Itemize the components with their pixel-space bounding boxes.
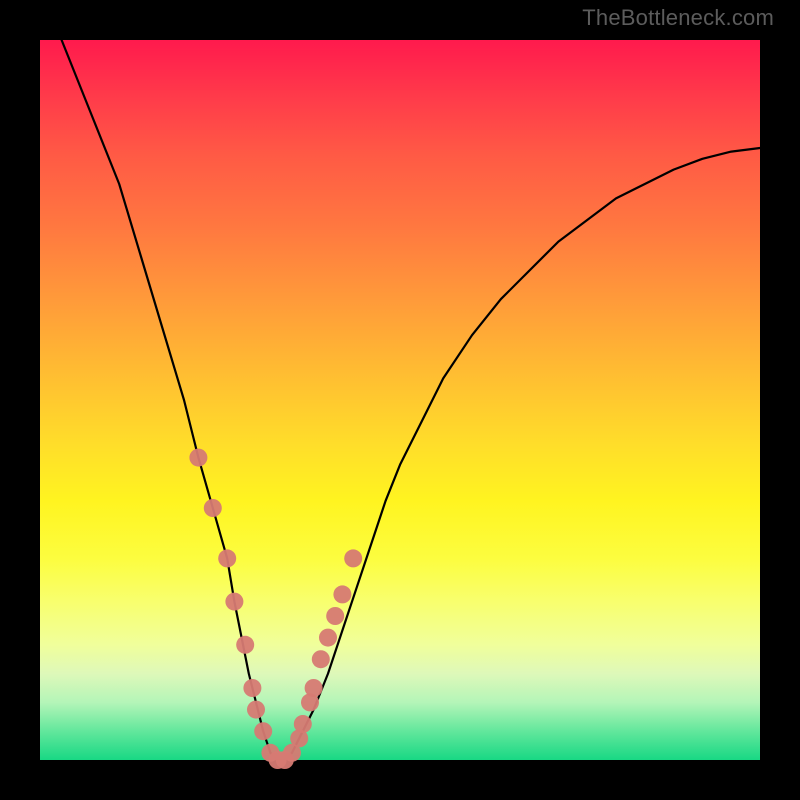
chart-overlay <box>40 40 760 760</box>
bottleneck-curve <box>62 40 760 760</box>
watermark-text: TheBottleneck.com <box>582 5 774 31</box>
chart-frame: TheBottleneck.com <box>0 0 800 800</box>
highlight-markers <box>189 449 362 769</box>
